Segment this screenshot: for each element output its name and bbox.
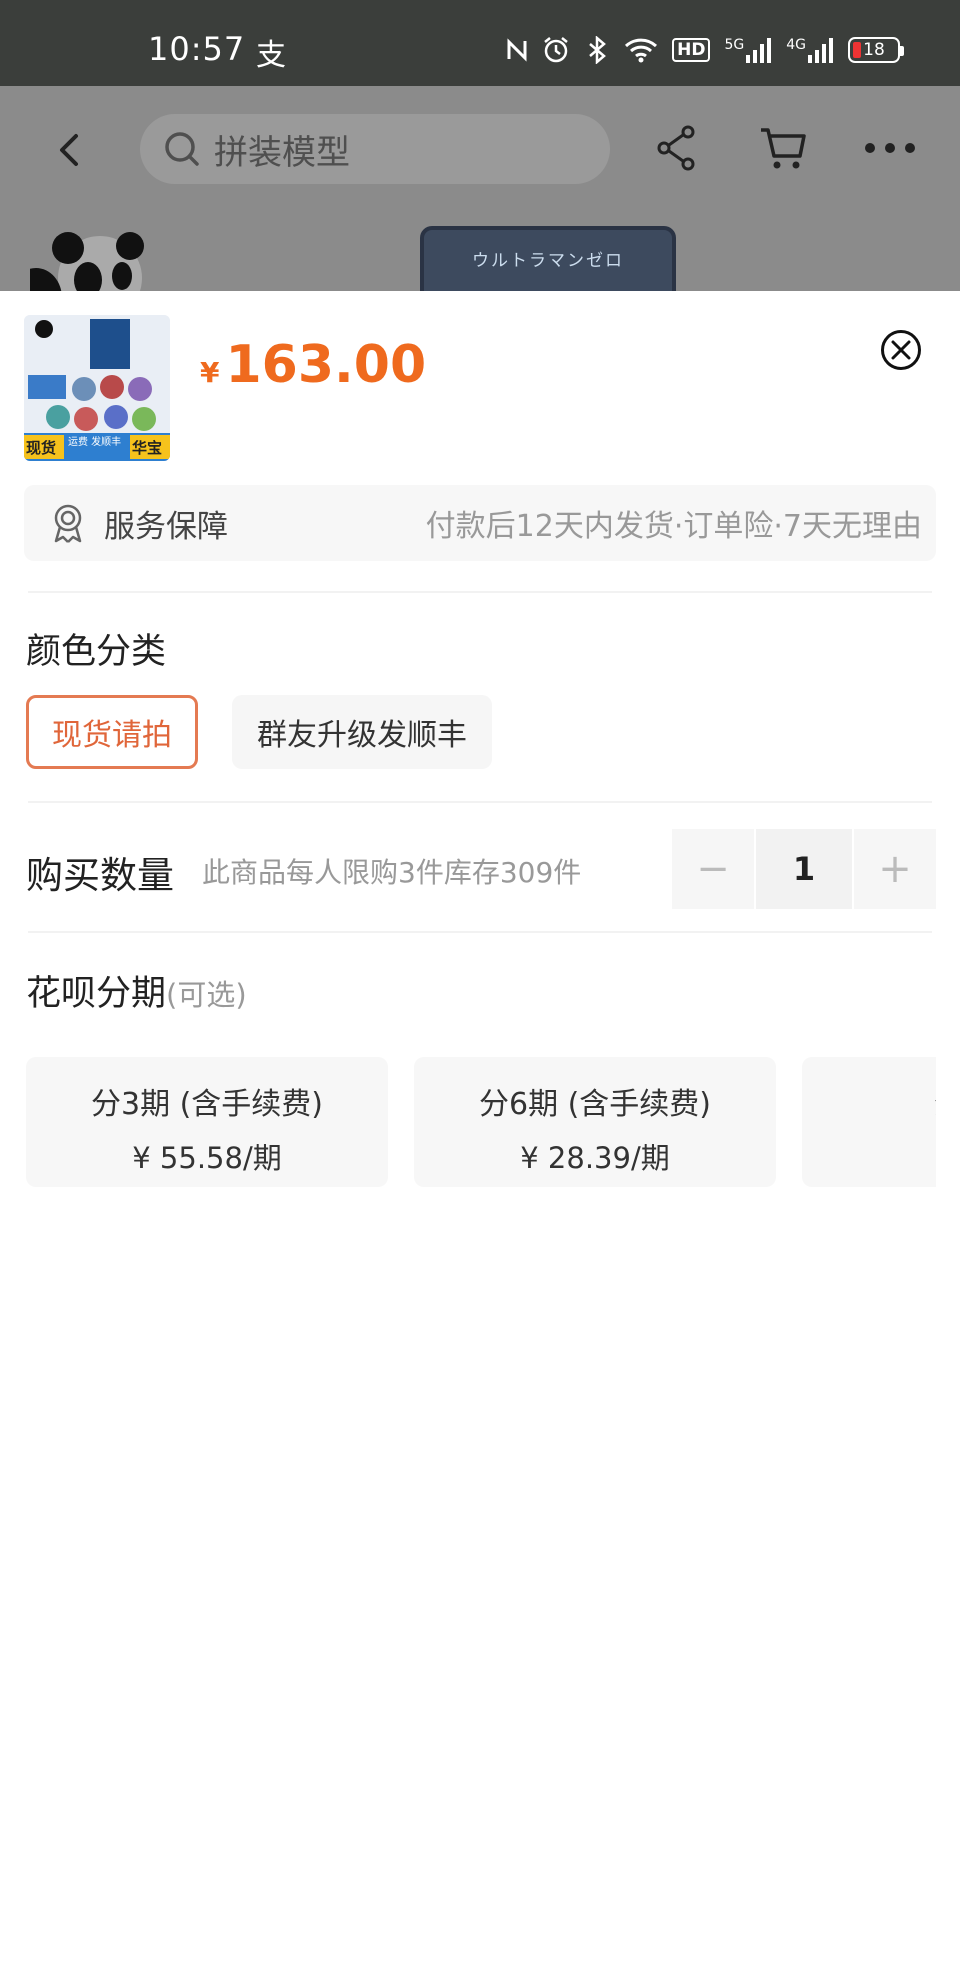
color-section-title: 颜色分类 <box>26 632 167 672</box>
signal-5g-icon: 5G <box>724 37 772 63</box>
alarm-icon <box>542 36 570 64</box>
installment-amount: ¥ <box>802 1135 936 1169</box>
huabei-section-title: 花呗分期(可选) <box>26 965 247 1016</box>
alipay-notification-icon: 支 <box>256 38 286 73</box>
close-icon <box>881 330 921 370</box>
bluetooth-icon <box>584 36 610 64</box>
thumb-badge-right: 华宝 <box>132 439 163 457</box>
installment-term: 分12期 <box>802 1079 936 1123</box>
quantity-stepper: − 1 + <box>672 829 936 909</box>
signal-4g-icon: 4G <box>786 37 834 63</box>
nfc-icon <box>506 37 528 63</box>
status-time: 10:57 <box>148 30 246 68</box>
battery-level: 18 <box>863 40 885 60</box>
more-icon <box>865 143 915 153</box>
service-label: 服务保障 <box>104 508 228 545</box>
hero-card-text: ウルトラマンゼロ <box>472 251 624 271</box>
share-button[interactable] <box>654 124 698 176</box>
installment-amount: ¥ 55.58/期 <box>132 1141 282 1175</box>
hd-label: HD <box>677 40 706 60</box>
status-icons: HD 5G 4G 18 <box>506 36 904 64</box>
cart-icon <box>761 128 806 169</box>
quantity-label: 购买数量 <box>26 854 174 897</box>
hd-voice-icon: HD <box>672 38 711 62</box>
search-placeholder: 拼装模型 <box>214 132 350 173</box>
sku-selection-sheet: 现货 运费 发顺丰 华宝 ¥ 163.00 服务保障 付款后12天内发货·订单险… <box>0 291 960 1973</box>
divider <box>28 801 932 803</box>
product-hero-image: ウルトラマンゼロ <box>420 226 676 291</box>
product-price: ¥ 163.00 <box>200 335 426 395</box>
more-button[interactable] <box>862 130 918 170</box>
chevron-left-icon <box>60 134 78 166</box>
search-icon <box>165 132 199 166</box>
quantity-limit-note: 此商品每人限购3件库存309件 <box>202 856 582 889</box>
net-4g-label: 4G <box>786 37 806 53</box>
product-thumbnail[interactable]: 现货 运费 发顺丰 华宝 <box>24 315 170 461</box>
sheet-content: 现货 运费 发顺丰 华宝 ¥ 163.00 服务保障 付款后12天内发货·订单险… <box>0 291 936 1291</box>
status-bar: 10:57 支 HD 5G 4G 18 <box>0 0 960 86</box>
divider <box>28 931 932 933</box>
back-button[interactable] <box>50 130 90 170</box>
installment-option-12[interactable]: 分12期 ¥ <box>802 1057 936 1187</box>
badge-award-icon <box>54 504 82 543</box>
thumb-badge-left: 现货 <box>26 439 57 457</box>
service-guarantee-row[interactable]: 服务保障 付款后12天内发货·订单险·7天无理由 <box>24 485 936 561</box>
thumb-note: 运费 发顺丰 <box>68 437 122 448</box>
cart-button[interactable] <box>758 124 808 176</box>
installment-option-3[interactable]: 分3期 (含手续费) ¥ 55.58/期 <box>26 1057 388 1187</box>
battery-icon: 18 <box>848 37 904 63</box>
huabei-optional-text: (可选) <box>166 978 247 1012</box>
divider <box>28 591 932 593</box>
price-currency: ¥ <box>200 356 220 389</box>
installment-option-6[interactable]: 分6期 (含手续费) ¥ 28.39/期 <box>414 1057 776 1187</box>
sku-option-upgrade-sf[interactable]: 群友升级发顺丰 <box>232 695 492 769</box>
dimmed-page-header: 拼装模型 ウルトラマンゼロ <box>0 86 960 291</box>
huabei-title-text: 花呗分期 <box>26 974 167 1014</box>
panda-mascot-image <box>10 218 158 291</box>
net-5g-label: 5G <box>724 37 745 53</box>
close-button[interactable] <box>880 329 922 371</box>
quantity-value[interactable]: 1 <box>756 829 852 909</box>
share-icon <box>657 125 695 171</box>
quantity-plus-button[interactable]: + <box>854 829 936 909</box>
installment-amount: ¥ 28.39/期 <box>520 1141 670 1175</box>
search-bar[interactable]: 拼装模型 <box>140 114 610 184</box>
wifi-icon <box>624 37 658 63</box>
service-detail: 付款后12天内发货·订单险·7天无理由 <box>425 509 922 544</box>
installment-term: 分6期 (含手续费) <box>478 1087 712 1122</box>
sku-option-in-stock[interactable]: 现货请拍 <box>26 695 198 769</box>
installment-term: 分3期 (含手续费) <box>90 1087 324 1122</box>
quantity-minus-button[interactable]: − <box>672 829 754 909</box>
price-value: 163.00 <box>225 335 427 395</box>
